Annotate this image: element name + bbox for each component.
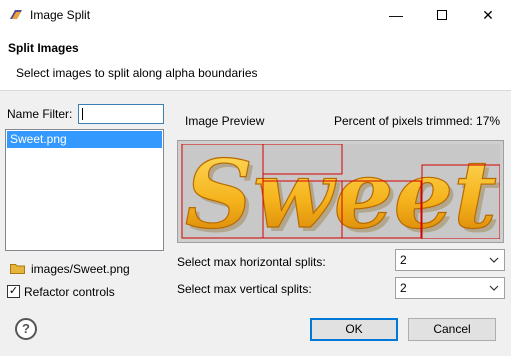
sweet-text: Sweet — [185, 144, 497, 239]
vertical-splits-select[interactable]: 2 — [395, 277, 505, 299]
minimize-icon: — — [389, 7, 403, 23]
maximize-icon — [437, 10, 447, 21]
list-item[interactable]: Sweet.png — [7, 131, 162, 148]
title-bar: Image Split — ✕ — [0, 0, 511, 31]
vertical-splits-value: 2 — [400, 281, 407, 295]
chevron-down-icon — [489, 257, 499, 263]
chevron-down-icon — [489, 285, 499, 291]
header-description: Select images to split along alpha bound… — [16, 66, 258, 80]
header-title: Split Images — [8, 41, 79, 55]
sweet-image: Sweet Sweet — [181, 144, 500, 239]
preview-canvas: Sweet Sweet — [181, 144, 500, 239]
refactor-controls-label: Refactor controls — [24, 285, 115, 299]
percent-trimmed-label: Percent of pixels trimmed: 17% — [334, 114, 501, 128]
refactor-controls-checkbox[interactable]: ✓ — [7, 285, 20, 298]
dialog-header: Split Images Select images to split alon… — [0, 31, 511, 91]
image-preview-label: Image Preview — [185, 114, 265, 128]
help-icon[interactable]: ? — [15, 318, 37, 340]
minimize-button[interactable]: — — [373, 0, 419, 31]
close-button[interactable]: ✕ — [465, 0, 511, 31]
check-icon: ✓ — [8, 285, 19, 297]
eclipse-app-icon — [10, 10, 22, 19]
ok-button[interactable]: OK — [310, 318, 398, 341]
horizontal-splits-label: Select max horizontal splits: — [177, 255, 326, 269]
horizontal-splits-select[interactable]: 2 — [395, 249, 505, 271]
image-file-list[interactable]: Sweet.png — [5, 129, 164, 251]
vertical-splits-label: Select max vertical splits: — [177, 282, 312, 296]
name-filter-input[interactable] — [78, 104, 164, 124]
horizontal-splits-value: 2 — [400, 253, 407, 267]
close-icon: ✕ — [482, 7, 494, 23]
window-title: Image Split — [30, 8, 91, 22]
cancel-button[interactable]: Cancel — [408, 318, 496, 341]
maximize-button[interactable] — [419, 0, 465, 31]
image-path-label: images/Sweet.png — [31, 262, 130, 276]
folder-icon — [10, 264, 25, 274]
image-preview: Sweet Sweet — [177, 140, 504, 243]
name-filter-label: Name Filter: — [7, 107, 73, 121]
text-caret — [82, 108, 83, 120]
